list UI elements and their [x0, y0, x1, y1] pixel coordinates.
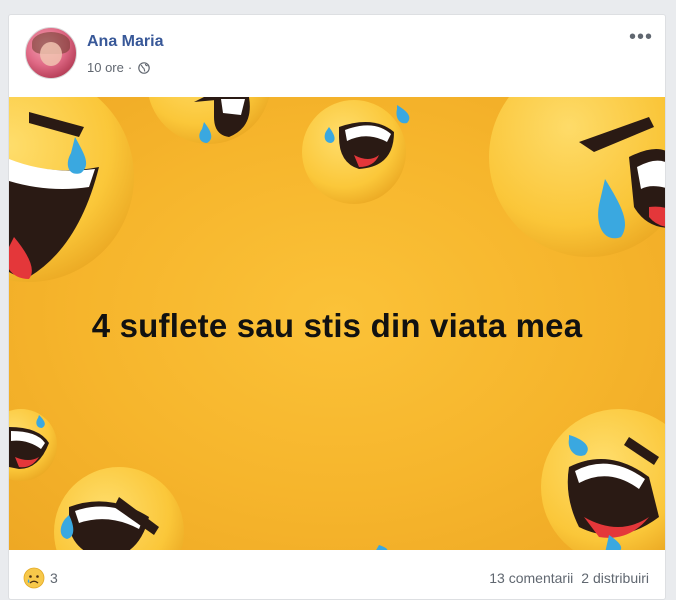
reaction-count: 3	[50, 570, 58, 586]
laughing-emoji-icon	[9, 409, 57, 481]
shares-count-link[interactable]: 2 distribuiri	[581, 570, 649, 586]
laughing-emoji-icon	[541, 409, 665, 550]
avatar[interactable]	[25, 27, 77, 79]
post-image-text: 4 suflete sau stis din viata mea	[91, 307, 583, 344]
laughing-emoji-icon	[489, 97, 665, 257]
avatar-face	[40, 42, 62, 66]
engagement-stats: 13 comentarii 2 distribuiri	[489, 570, 649, 586]
author-name[interactable]: Ana Maria	[87, 33, 163, 51]
laughing-emoji-icon	[54, 467, 184, 550]
post-image[interactable]: 4 suflete sau stis din viata mea	[9, 97, 665, 550]
laughing-emoji-icon	[9, 97, 134, 282]
post-meta: 10 ore ·	[87, 60, 151, 75]
laughing-emoji-icon	[148, 97, 270, 144]
sad-face-icon	[23, 567, 45, 589]
post-timestamp[interactable]: 10 ore	[87, 60, 124, 75]
more-options-icon[interactable]: •••	[629, 27, 653, 47]
post-header: Ana Maria 10 ore · •••	[9, 15, 665, 97]
globe-icon[interactable]	[138, 61, 151, 74]
post-footer: 3 13 comentarii 2 distribuiri	[9, 550, 665, 600]
reaction-summary[interactable]: 3	[23, 567, 58, 589]
post-card: Ana Maria 10 ore · ••• 4 suflete sau sti…	[8, 14, 666, 600]
comments-count-link[interactable]: 13 comentarii	[489, 570, 573, 586]
laughing-emoji-icon	[302, 100, 410, 204]
meta-separator: ·	[127, 60, 133, 75]
